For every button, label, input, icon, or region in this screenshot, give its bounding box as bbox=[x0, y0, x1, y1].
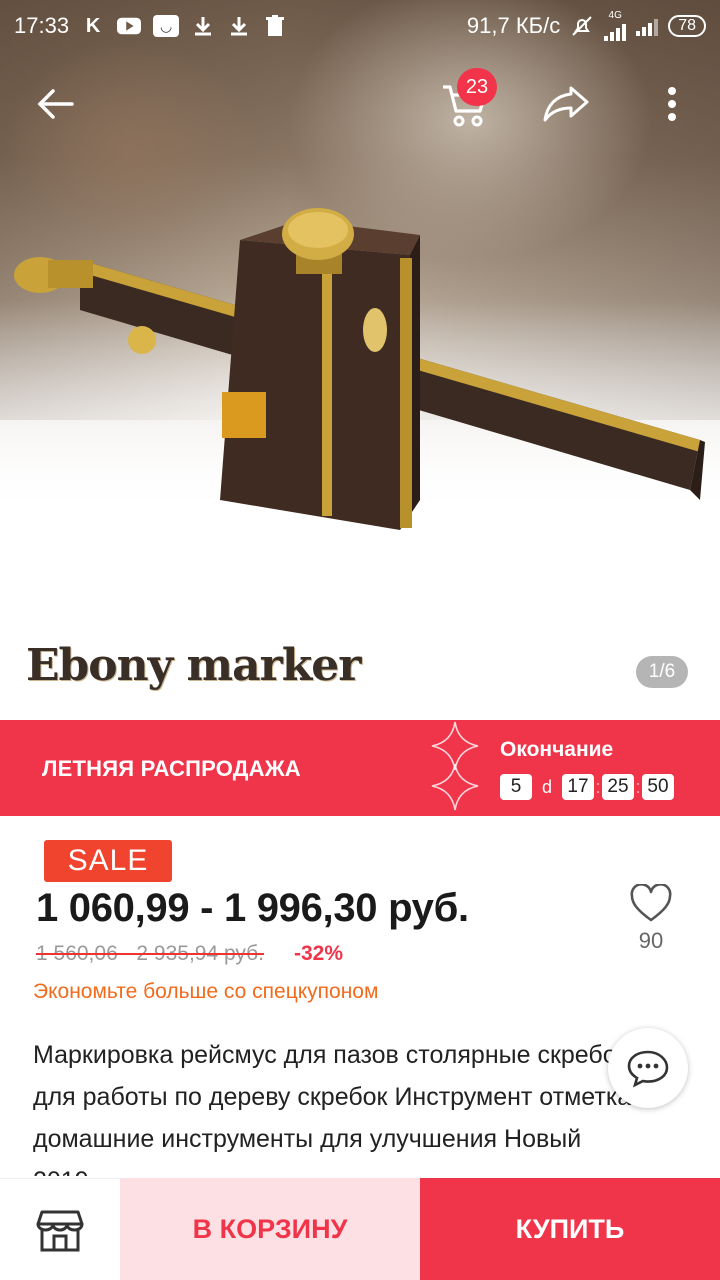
trash-icon bbox=[263, 14, 287, 38]
sale-tag: SALE bbox=[44, 840, 172, 882]
back-button[interactable] bbox=[24, 72, 88, 136]
image-caption: Ebony marker bbox=[26, 640, 361, 691]
share-button[interactable] bbox=[534, 72, 598, 136]
signal-icon bbox=[604, 21, 627, 41]
coupon-link[interactable]: Экономьте больше со спецкупоном bbox=[33, 980, 378, 1004]
top-action-bar bbox=[0, 72, 720, 142]
chat-button[interactable] bbox=[608, 1028, 688, 1108]
status-time: 17:33 bbox=[14, 13, 70, 38]
wishlist-button[interactable]: 90 bbox=[620, 884, 682, 974]
share-icon bbox=[543, 86, 589, 122]
status-bar: 17:33 K ◡ 91,7 КБ/с 4G 78 bbox=[0, 0, 720, 52]
back-arrow-icon bbox=[37, 89, 74, 119]
heart-icon bbox=[630, 884, 672, 922]
countdown-days-unit: d bbox=[541, 776, 552, 797]
chat-bubble-icon bbox=[627, 1050, 669, 1088]
gallery-page-indicator: 1/6 bbox=[636, 656, 688, 688]
network-speed: 91,7 КБ/с bbox=[466, 13, 561, 38]
sparkle-decoration-icon bbox=[431, 721, 479, 811]
discount-percent: -32% bbox=[294, 942, 344, 965]
sale-countdown: 5 d 17 : 25 : 50 bbox=[500, 774, 674, 800]
add-to-cart-button[interactable]: В КОРЗИНУ bbox=[120, 1178, 420, 1280]
cart-count-badge: 23 bbox=[457, 68, 497, 106]
countdown-seconds: 50 bbox=[642, 774, 674, 800]
network-type: 4G bbox=[608, 10, 622, 21]
download-icon bbox=[191, 14, 215, 38]
bottom-action-bar: В КОРЗИНУ КУПИТЬ bbox=[0, 1178, 720, 1280]
old-price: 1 560,06 - 2 935,94 руб. bbox=[36, 942, 265, 965]
wishlist-count: 90 bbox=[638, 928, 664, 953]
product-price: 1 060,99 - 1 996,30 руб. bbox=[36, 886, 469, 930]
sale-ends-label: Окончание bbox=[500, 738, 614, 761]
mute-bell-icon bbox=[570, 14, 594, 38]
product-title: Маркировка рейсмус для пазов столярные с… bbox=[33, 1041, 632, 1176]
countdown-minutes: 25 bbox=[602, 774, 634, 800]
countdown-days: 5 bbox=[500, 774, 532, 800]
signal-icon-2 bbox=[636, 16, 659, 36]
more-vertical-icon bbox=[668, 87, 676, 121]
youtube-icon bbox=[117, 14, 142, 38]
battery-level: 78 bbox=[668, 15, 706, 37]
store-icon bbox=[36, 1210, 84, 1251]
aliexpress-icon: ◡ bbox=[153, 15, 180, 37]
more-options-button[interactable] bbox=[640, 72, 704, 136]
download-icon-2 bbox=[227, 14, 251, 38]
marking-gauge-image bbox=[14, 208, 705, 530]
sale-title: ЛЕТНЯЯ РАСПРОДАЖА bbox=[42, 756, 301, 781]
store-button[interactable] bbox=[0, 1178, 120, 1280]
countdown-hours: 17 bbox=[562, 774, 594, 800]
buy-now-button[interactable]: КУПИТЬ bbox=[420, 1178, 720, 1280]
k-app-icon: K bbox=[85, 14, 101, 37]
summer-sale-banner[interactable]: ЛЕТНЯЯ РАСПРОДАЖА Окончание 5 d 17 : 25 … bbox=[0, 720, 720, 816]
